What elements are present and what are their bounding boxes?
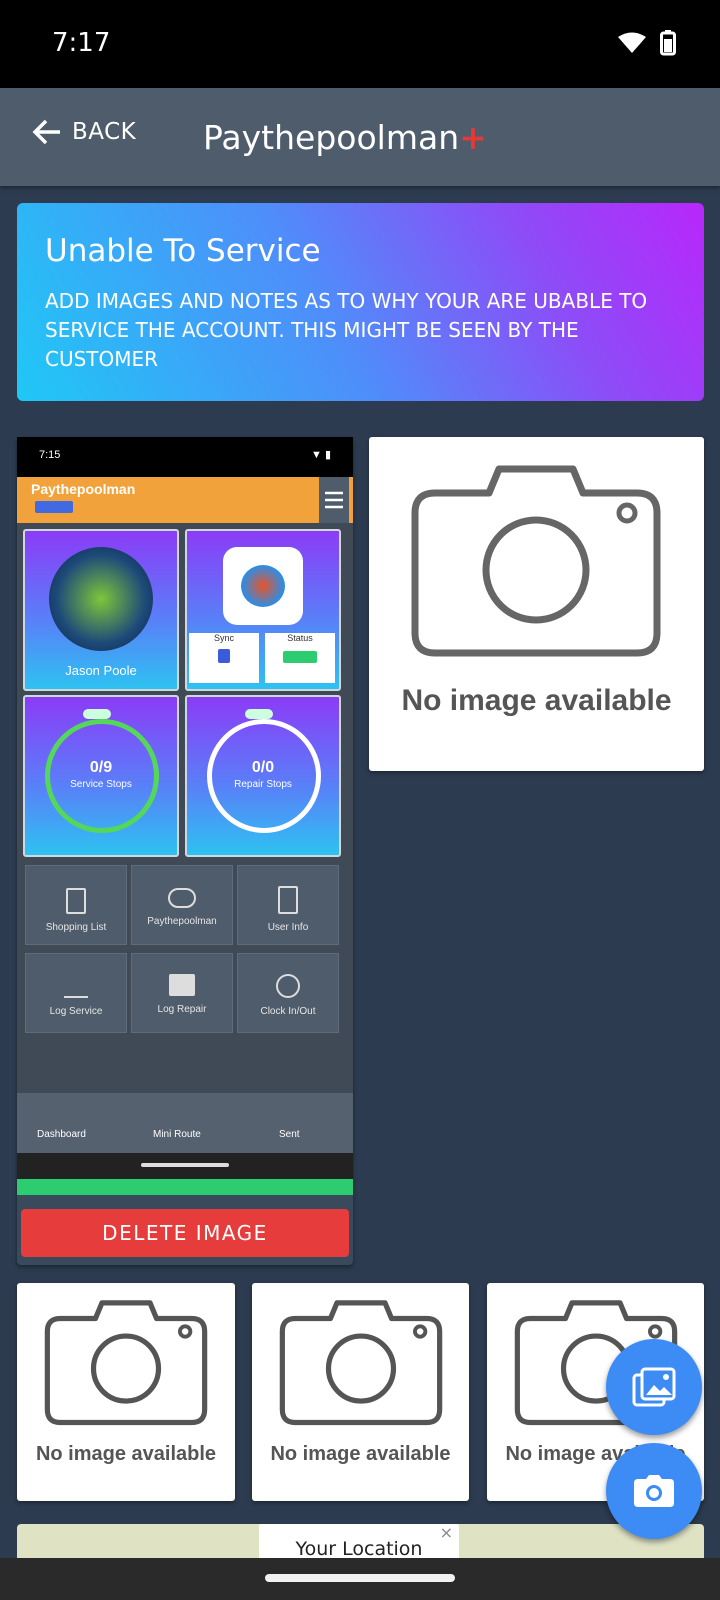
thumb-nav-bar [17, 1153, 353, 1179]
thumb-action-label: Shopping List [45, 922, 107, 933]
status-time: 7:17 [52, 28, 111, 58]
photo-card: 7:15 ▼ ▮ Paythepoolman Jason Poole Sync [17, 437, 353, 1265]
thumb-time: 7:15 [39, 449, 61, 461]
thumb-app-header: Paythepoolman [17, 477, 353, 523]
thumb-logo [223, 547, 303, 625]
camera-icon [44, 1300, 208, 1426]
thumb-sync-box: Sync [189, 633, 259, 683]
image-slot-2[interactable]: No image available [369, 437, 704, 771]
thumb-service-label: Service Stops [70, 779, 132, 790]
thumb-action-user: User Info [237, 865, 339, 945]
app-bar: BACK Paythepoolman+ [0, 88, 720, 186]
thumb-nav-route: Mini Route [153, 1129, 201, 1140]
thumb-action-label: Log Service [49, 1006, 103, 1017]
thumb-status-bar: 7:15 ▼ ▮ [17, 437, 353, 477]
thumb-badge [35, 501, 74, 513]
image-slot-4[interactable]: No image available [252, 1283, 469, 1501]
gallery-fab[interactable] [606, 1339, 702, 1435]
thumb-action-shopping: Shopping List [25, 865, 127, 945]
thumb-menu-icon [319, 477, 349, 523]
thumb-action-log-repair: Log Repair [131, 953, 233, 1033]
close-icon[interactable]: × [440, 1508, 453, 1558]
camera-icon [279, 1300, 443, 1426]
thumb-action-label: Log Repair [157, 1004, 207, 1015]
thumb-action-log-service: Log Service [25, 953, 127, 1033]
banner-text: ADD IMAGES AND NOTES AS TO WHY YOUR ARE … [45, 289, 648, 371]
thumb-status-icons: ▼ ▮ [311, 449, 331, 461]
location-label-text: Your Location [295, 1538, 423, 1560]
gallery-icon [632, 1367, 676, 1407]
camera-fab[interactable] [606, 1443, 702, 1539]
no-image-label: No image available [35, 1443, 217, 1465]
thumb-action-clock: Clock In/Out [237, 953, 339, 1033]
thumb-service-stops-tile: 0/9 Service Stops [23, 695, 179, 857]
thumb-action-label: Clock In/Out [260, 1006, 316, 1017]
thumb-repair-label: Repair Stops [234, 779, 292, 790]
home-handle[interactable] [265, 1574, 455, 1582]
status-icons [618, 30, 676, 56]
delete-image-button[interactable]: DELETE IMAGE [21, 1209, 349, 1257]
thumb-nav-dashboard: Dashboard [37, 1129, 86, 1140]
thumb-status-label: Status [287, 633, 313, 643]
thumb-action-label: User Info [267, 922, 309, 933]
photo-thumbnail[interactable]: 7:15 ▼ ▮ Paythepoolman Jason Poole Sync [17, 437, 353, 1179]
battery-icon [660, 30, 676, 56]
camera-icon [411, 465, 661, 657]
app-title: Paythepoolman+ [203, 118, 487, 157]
camera-icon [634, 1475, 674, 1507]
thumb-profile-avatar [49, 547, 153, 651]
upload-progress-bar [17, 1179, 353, 1195]
image-slot-3[interactable]: No image available [17, 1283, 235, 1501]
system-nav-bar [0, 1558, 720, 1600]
thumb-repair-stops-tile: 0/0 Repair Stops [185, 695, 341, 857]
thumb-sync-label: Sync [213, 633, 234, 643]
thumb-status-box: Status [265, 633, 335, 683]
thumb-app-name: Paythepoolman [31, 481, 136, 497]
wifi-icon [618, 32, 646, 53]
thumb-service-count: 0/9 [89, 759, 113, 776]
thumb-repair-count: 0/0 [251, 759, 275, 776]
thumb-profile-tile: Jason Poole [23, 529, 179, 691]
app-title-text: Paythepoolman [203, 118, 460, 157]
app-title-plus: + [459, 118, 487, 157]
status-bar: 7:17 [0, 0, 720, 88]
thumb-profile-name: Jason Poole [65, 663, 137, 678]
thumb-action-label: Paythepoolman [147, 916, 217, 927]
no-image-label: No image available [270, 1443, 451, 1465]
back-label: BACK [72, 119, 137, 145]
thumb-nav-sent: Sent [279, 1129, 300, 1140]
thumb-action-cloud: Paythepoolman [131, 865, 233, 945]
banner-title: Unable To Service [45, 233, 321, 269]
thumb-bottom-nav: Dashboard Mini Route Sent [17, 1093, 353, 1153]
back-button[interactable]: BACK [30, 116, 136, 148]
arrow-back-icon [32, 119, 60, 145]
thumb-logo-tile: Sync Status [185, 529, 341, 691]
unable-to-service-banner: Unable To Service ADD IMAGES AND NOTES A… [17, 203, 704, 401]
no-image-label: No image available [401, 684, 672, 717]
